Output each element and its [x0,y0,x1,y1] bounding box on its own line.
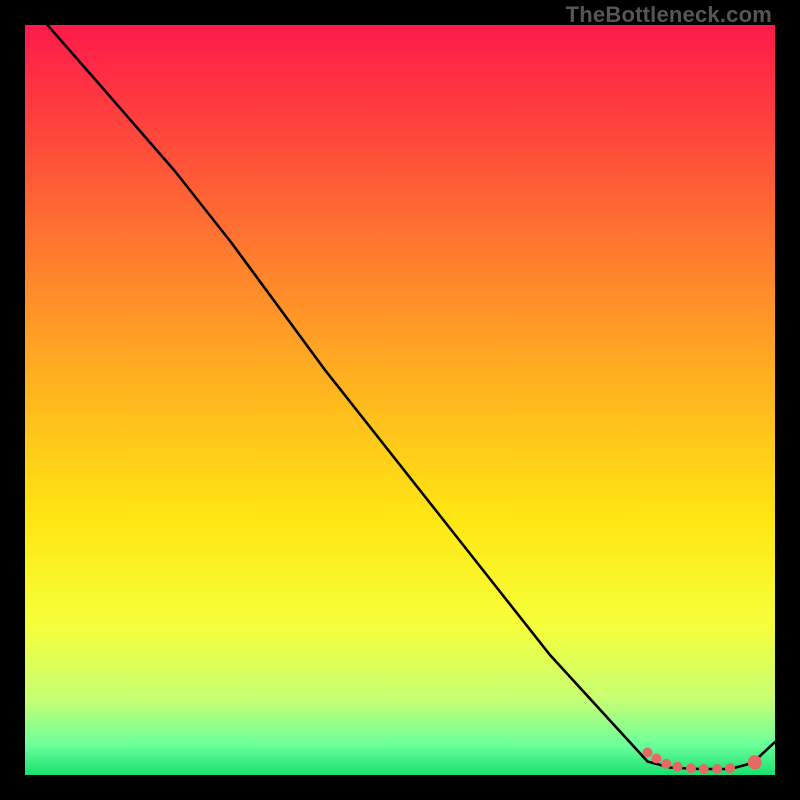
highlight-point [699,764,709,774]
highlight-point [661,759,671,769]
highlight-point [725,763,735,773]
highlight-point [686,763,696,773]
highlight-point [712,764,722,774]
highlight-point [748,755,762,769]
chart-background-gradient [25,25,775,775]
highlight-point [643,748,653,758]
chart-svg [25,25,775,775]
highlight-point [652,754,662,764]
chart-plot-area [25,25,775,775]
highlight-point [673,762,683,772]
